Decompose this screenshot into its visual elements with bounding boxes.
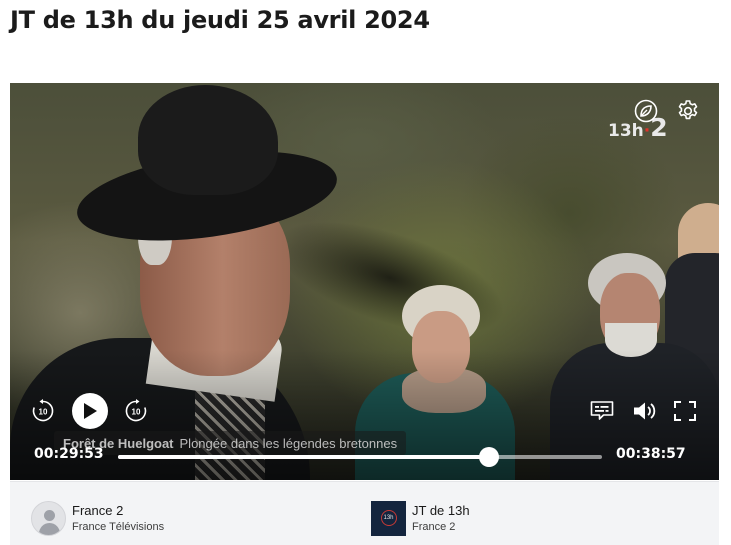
progress-fill xyxy=(118,455,490,459)
chapter-subject: Plongée dans les légendes bretonnes xyxy=(179,435,398,451)
video-info-bar: France 2 France Télévisions 13h JT de 13… xyxy=(10,481,719,545)
rewind-icon: 10 xyxy=(32,399,54,422)
forward-seconds: 10 xyxy=(132,408,141,417)
subtitles-icon xyxy=(590,401,614,420)
forward-10-button[interactable]: 10 xyxy=(124,399,148,423)
video-player[interactable]: 13h·2 10 10 Forêt de Huelgoat Plongée da… xyxy=(10,83,719,480)
avatar-icon xyxy=(31,500,66,536)
page-title: JT de 13h du jeudi 25 avril 2024 xyxy=(10,6,430,34)
play-icon xyxy=(84,403,97,419)
volume-icon xyxy=(634,402,656,420)
volume-button[interactable] xyxy=(632,400,658,422)
program-info[interactable]: 13h JT de 13h France 2 xyxy=(371,500,470,536)
progress-bar[interactable] xyxy=(118,447,602,467)
program-thumbnail: 13h xyxy=(371,500,406,536)
channel-info[interactable]: France 2 France Télévisions xyxy=(31,500,164,536)
fullscreen-icon xyxy=(674,401,696,421)
leaf-icon[interactable] xyxy=(634,99,658,123)
fullscreen-button[interactable] xyxy=(674,401,696,421)
total-time: 00:38:57 xyxy=(616,446,686,462)
play-button[interactable] xyxy=(72,393,108,429)
gear-icon[interactable] xyxy=(676,99,700,123)
program-channel: France 2 xyxy=(412,520,456,533)
forward-icon: 10 xyxy=(125,399,147,422)
program-name: JT de 13h xyxy=(412,502,470,518)
current-time: 00:29:53 xyxy=(34,446,104,462)
channel-group: France Télévisions xyxy=(72,520,165,533)
chapter-caption: Forêt de Huelgoat Plongée dans les légen… xyxy=(54,431,407,455)
subtitles-button[interactable] xyxy=(590,400,614,422)
rewind-seconds: 10 xyxy=(39,408,48,417)
program-logo-icon: 13h xyxy=(380,510,397,526)
channel-name: France 2 xyxy=(72,502,124,518)
rewind-10-button[interactable]: 10 xyxy=(31,399,55,423)
